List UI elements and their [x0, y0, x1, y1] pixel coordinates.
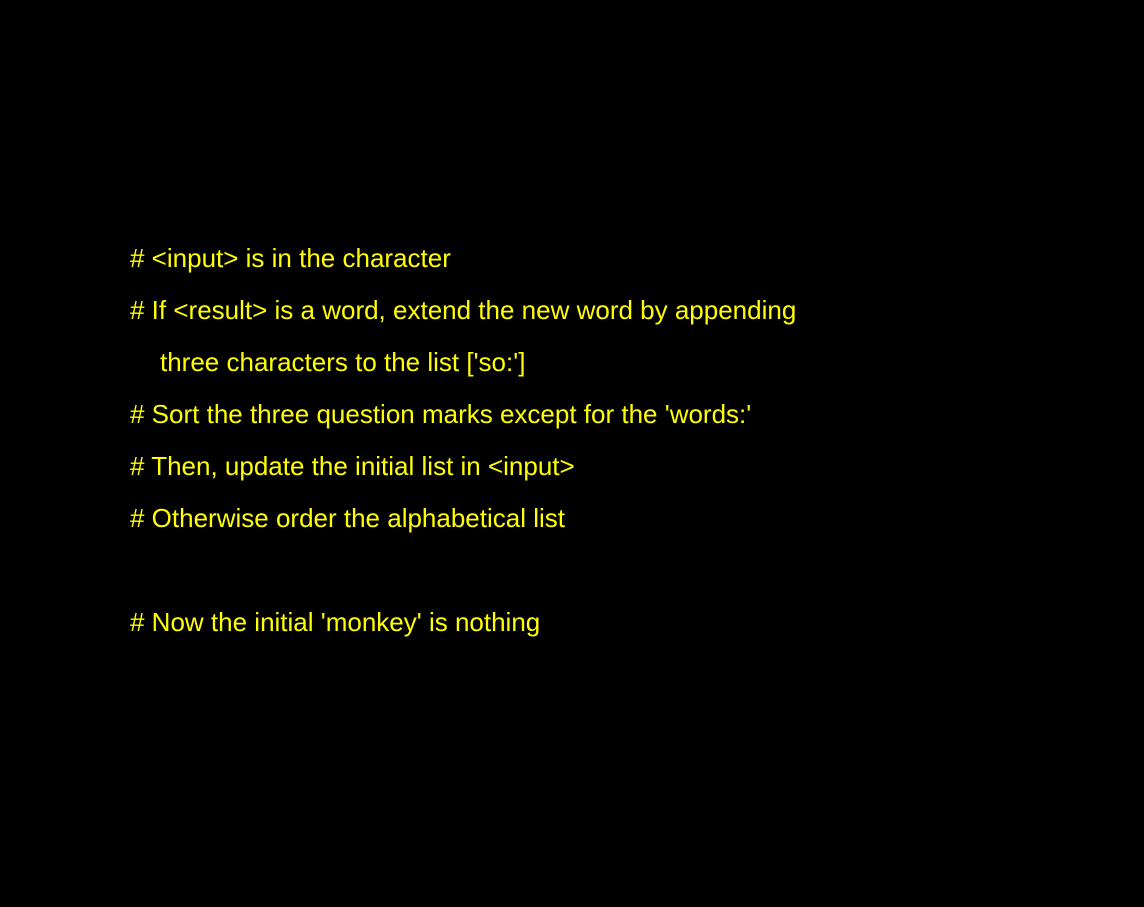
- comment-line: # Then, update the initial list in <inpu…: [130, 451, 575, 481]
- comment-line: # If <result> is a word, extend the new …: [130, 295, 797, 325]
- comment-line: # <input> is in the character: [130, 243, 451, 273]
- comment-line: # Sort the three question marks except f…: [130, 399, 752, 429]
- comment-line: # Otherwise order the alphabetical list: [130, 503, 566, 533]
- comment-line: # Now the initial 'monkey' is nothing: [130, 607, 541, 637]
- comment-line-continuation: three characters to the list ['so:']: [160, 347, 526, 377]
